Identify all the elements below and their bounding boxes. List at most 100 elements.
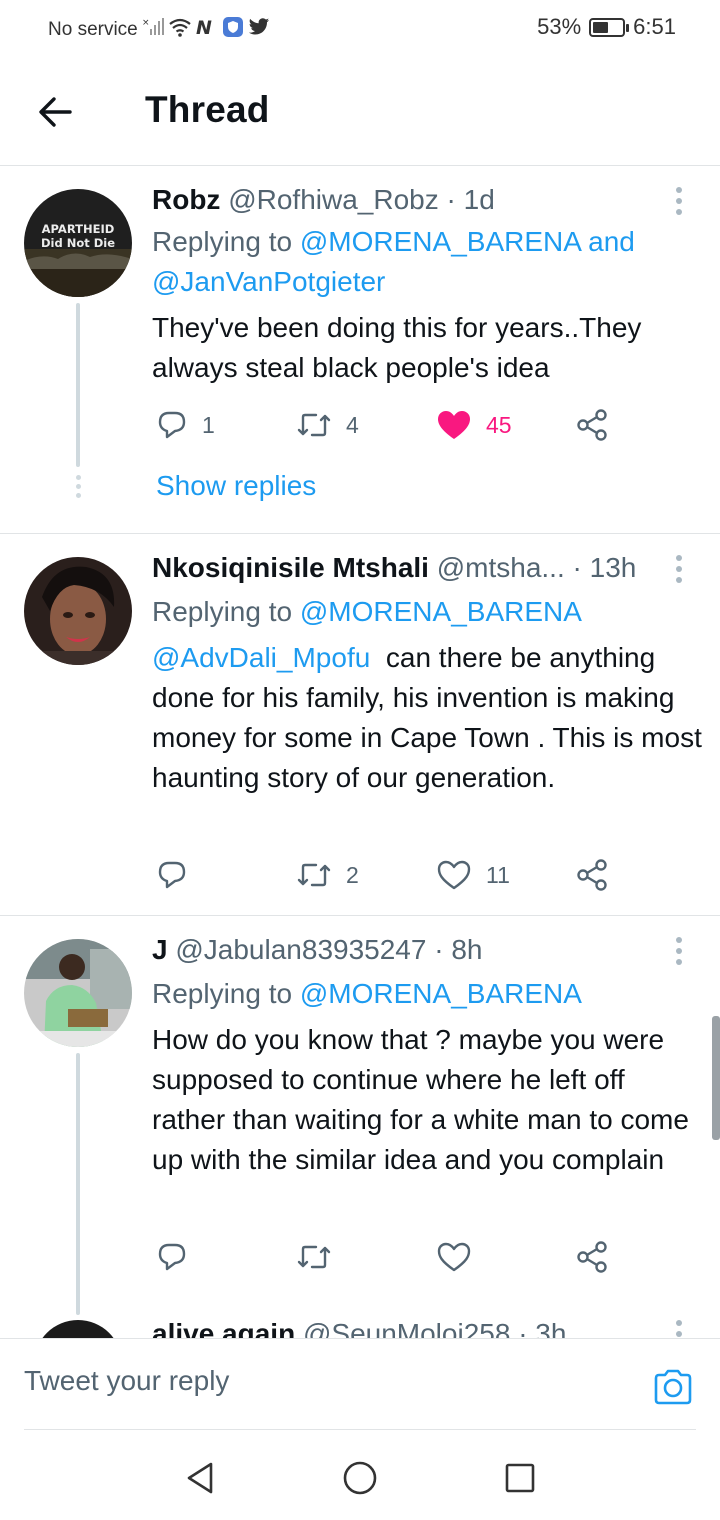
system-nav-bar (0, 1430, 720, 1520)
tweet-actions: 1 4 45 (152, 405, 622, 445)
share-button[interactable] (576, 405, 610, 445)
share-button[interactable] (576, 855, 610, 895)
tweet-time: · 1d (446, 184, 495, 215)
more-options-button[interactable] (672, 187, 686, 221)
share-icon (577, 859, 607, 891)
tweet-mtshali[interactable]: Nkosiqinisile Mtshali @mtsha... · 13h Re… (0, 535, 720, 916)
nav-back-button[interactable] (183, 1460, 219, 1496)
replying-to: Replying to @MORENA_BARENA (152, 592, 692, 632)
share-button[interactable] (576, 1237, 610, 1277)
retweet-button[interactable]: 2 (296, 855, 359, 895)
replying-to: Replying to @MORENA_BARENA and @JanVanPo… (152, 222, 692, 302)
like-count: 45 (486, 411, 512, 438)
reply-input[interactable] (24, 1365, 604, 1397)
heart-outline-icon (437, 860, 471, 890)
reply-icon (158, 411, 186, 439)
tweet-robz[interactable]: APARTHEID Did Not Die Robz @Rofhiwa_Robz… (0, 167, 720, 534)
carrier-label: No service (48, 19, 138, 40)
author-name[interactable]: Nkosiqinisile Mtshali (152, 552, 429, 583)
status-left: No service × N (48, 16, 270, 44)
tweet-text: How do you know that ? maybe you were su… (152, 1024, 689, 1175)
tweet-time: · 13h (572, 552, 637, 583)
nfc-icon: N (196, 17, 218, 43)
heart-outline-icon (437, 1242, 471, 1272)
like-button[interactable]: 45 (436, 405, 512, 445)
reply-icon (158, 861, 186, 889)
svg-text:×: × (142, 18, 150, 28)
battery-icon (589, 17, 630, 37)
no-signal-icon: × (142, 17, 164, 43)
status-bar: No service × N 53% 6:51 (0, 0, 720, 56)
reply-icon (158, 1243, 186, 1271)
nav-recents-button[interactable] (502, 1460, 538, 1496)
author-handle[interactable]: @Jabulan83935247 (175, 934, 426, 965)
svg-text:N: N (196, 17, 212, 37)
author-handle[interactable]: @Rofhiwa_Robz (228, 184, 439, 215)
battery-fill (593, 21, 608, 33)
more-options-button[interactable] (672, 555, 686, 589)
replying-user-link[interactable]: @MORENA_BARENA and (300, 226, 635, 257)
tweet-j[interactable]: J @Jabulan83935247 · 8h Replying to @MOR… (0, 917, 720, 1337)
tweet-time: · 8h (434, 934, 483, 965)
avatar-caption-2: Did Not Die (41, 236, 115, 250)
author-handle[interactable]: @mtsha... (437, 552, 565, 583)
avatar[interactable] (34, 1320, 122, 1338)
reply-button[interactable] (156, 855, 202, 895)
tweet-header: Robz @Rofhiwa_Robz · 1d (152, 184, 495, 216)
tweet-text: @AdvDali_Mpofu can there be anything don… (152, 638, 702, 798)
wifi-icon (168, 17, 192, 43)
show-replies-link[interactable]: Show replies (156, 470, 316, 502)
reply-button[interactable]: 1 (156, 405, 215, 445)
author-name[interactable]: Robz (152, 184, 220, 215)
avatar-caption-1: APARTHEID (42, 222, 115, 236)
status-right: 53% 6:51 (537, 14, 676, 40)
replying-user-link[interactable]: @MORENA_BARENA (300, 978, 582, 1009)
scrollbar-thumb[interactable] (712, 1016, 720, 1140)
replying-user-link-2[interactable]: @JanVanPotgieter (152, 266, 385, 297)
tweet-time: · 3h (518, 1318, 567, 1338)
page-title: Thread (145, 89, 270, 130)
thread-dots (74, 475, 82, 502)
retweet-icon (297, 413, 331, 437)
retweet-count: 4 (346, 411, 359, 438)
retweet-icon (297, 863, 331, 887)
tweet-actions (152, 1237, 622, 1277)
more-options-button[interactable] (672, 1320, 686, 1338)
like-count: 11 (486, 861, 510, 888)
twitter-bird-icon (248, 17, 270, 43)
retweet-button[interactable] (296, 1237, 346, 1277)
back-button[interactable] (34, 90, 78, 134)
retweet-button[interactable]: 4 (296, 405, 359, 445)
camera-button[interactable] (652, 1367, 694, 1407)
tweet-text: They've been doing this for years..They … (152, 312, 642, 383)
replying-to: Replying to @MORENA_BARENA (152, 974, 692, 1014)
like-button[interactable] (436, 1237, 486, 1277)
battery-percent: 53% (537, 14, 582, 39)
retweet-count: 2 (346, 861, 359, 888)
like-button[interactable]: 11 (436, 855, 510, 895)
nav-home-button[interactable] (342, 1460, 378, 1496)
tweet-actions: 2 11 (152, 855, 622, 895)
clock: 6:51 (633, 14, 676, 39)
reply-button[interactable] (156, 1237, 202, 1277)
tweet-header: J @Jabulan83935247 · 8h (152, 934, 482, 966)
avatar[interactable] (24, 557, 132, 665)
more-options-button[interactable] (672, 937, 686, 971)
mention-link[interactable]: @AdvDali_Mpofu (152, 642, 370, 673)
triangle-back-icon (187, 1462, 213, 1494)
author-name[interactable]: J (152, 934, 168, 965)
heart-filled-icon (438, 411, 470, 439)
tweet-header: Nkosiqinisile Mtshali @mtsha... · 13h (152, 552, 636, 584)
circle-home-icon (343, 1461, 377, 1495)
share-icon (577, 409, 607, 441)
reply-composer (0, 1338, 720, 1430)
avatar[interactable] (24, 939, 132, 1047)
replying-user-link[interactable]: @MORENA_BARENA (300, 596, 582, 627)
thread-header: Thread (0, 56, 720, 166)
camera-icon (654, 1369, 692, 1405)
author-name[interactable]: alive again (152, 1318, 295, 1338)
author-handle[interactable]: @SeunMoloi258 (303, 1318, 510, 1338)
tweet-alive-again[interactable]: alive again @SeunMoloi258 · 3h (0, 1314, 720, 1338)
avatar[interactable]: APARTHEID Did Not Die (24, 189, 132, 297)
shield-app-icon (222, 16, 244, 44)
